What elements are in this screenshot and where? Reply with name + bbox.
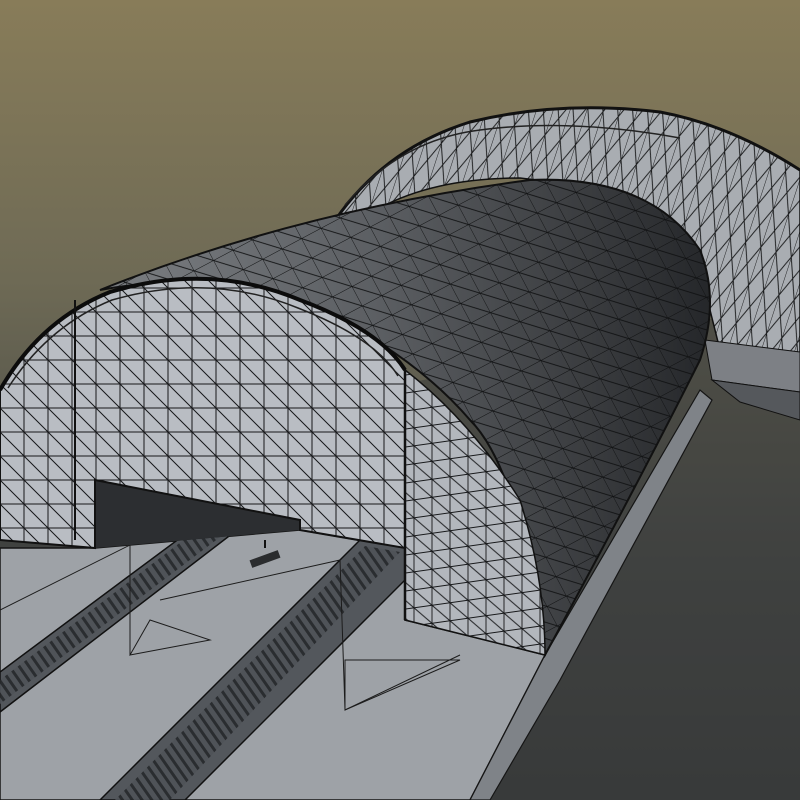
station-render: [0, 0, 800, 800]
